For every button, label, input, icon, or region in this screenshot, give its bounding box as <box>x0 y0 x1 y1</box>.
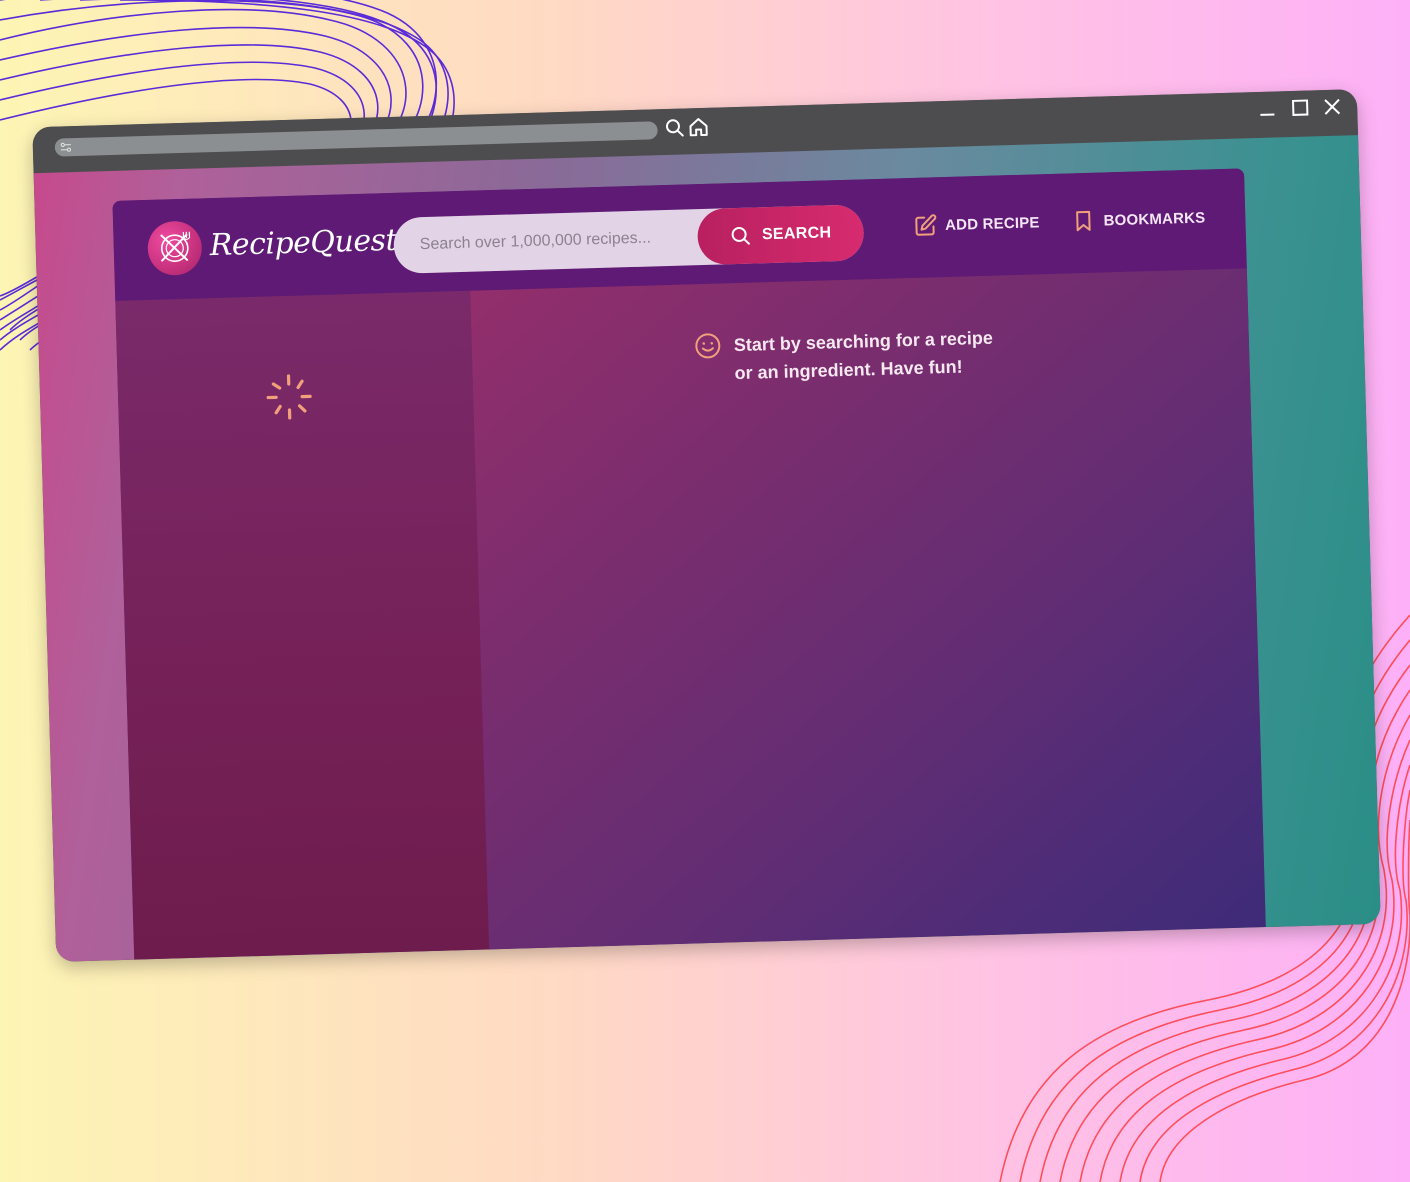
search-icon[interactable] <box>663 116 686 139</box>
search-results-panel <box>115 290 490 960</box>
browser-window: RecipeQuest SEARCH <box>32 89 1381 962</box>
search-button[interactable]: SEARCH <box>696 204 865 266</box>
bookmarks-button[interactable]: BOOKMARKS <box>1071 206 1206 234</box>
search-button-label: SEARCH <box>761 224 832 244</box>
smile-icon <box>695 333 721 359</box>
bookmark-icon <box>1076 210 1091 232</box>
recipe-app: RecipeQuest SEARCH <box>112 168 1266 960</box>
start-message-text: Start by searching for a recipe or an in… <box>733 327 994 384</box>
header-nav: ADD RECIPE BOOKMARKS <box>913 206 1206 238</box>
bookmarks-label: BOOKMARKS <box>1103 209 1206 229</box>
brand-name: RecipeQuest <box>209 222 398 264</box>
edit-icon <box>914 214 936 236</box>
minimize-icon[interactable] <box>1257 97 1280 120</box>
close-icon[interactable] <box>1321 95 1344 118</box>
search-input[interactable] <box>419 209 691 274</box>
start-message: Start by searching for a recipe or an in… <box>693 323 1014 388</box>
loader-icon <box>266 374 312 420</box>
search-icon <box>731 226 751 245</box>
add-recipe-label: ADD RECIPE <box>944 213 1040 234</box>
home-icon[interactable] <box>687 116 710 139</box>
tune-icon[interactable] <box>60 141 72 153</box>
browser-viewport: RecipeQuest SEARCH <box>33 135 1381 962</box>
plate-cutlery-icon <box>160 231 191 262</box>
maximize-icon[interactable] <box>1289 96 1312 119</box>
logo[interactable] <box>147 220 203 276</box>
window-controls <box>1257 95 1344 119</box>
recipe-details-panel: Start by searching for a recipe or an in… <box>470 268 1266 950</box>
address-bar[interactable] <box>54 121 658 157</box>
search-form: SEARCH <box>393 204 865 274</box>
add-recipe-button[interactable]: ADD RECIPE <box>913 210 1040 238</box>
